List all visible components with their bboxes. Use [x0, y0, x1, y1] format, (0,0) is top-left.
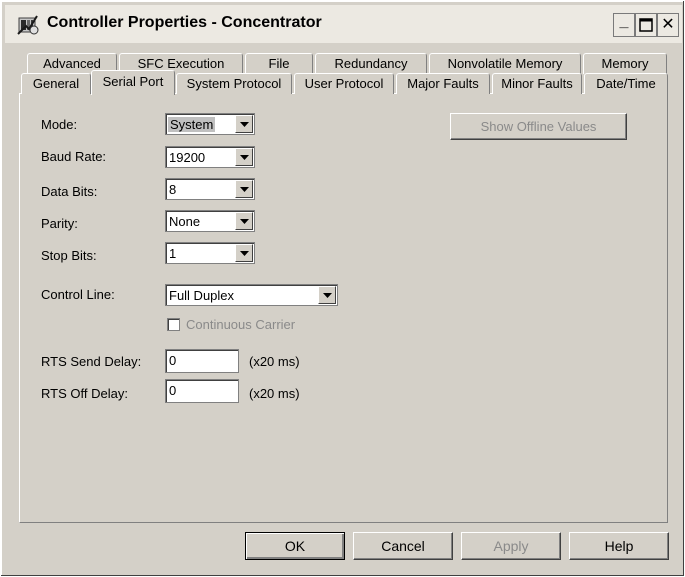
control-line-select[interactable]: Full Duplex [165, 284, 338, 306]
parity-label: Parity: [41, 216, 78, 231]
chevron-down-icon[interactable] [235, 148, 253, 166]
baud-rate-select[interactable]: 19200 [165, 146, 255, 168]
tab-file[interactable]: File [245, 53, 313, 74]
rts-send-delay-input[interactable]: 0 [165, 349, 239, 373]
stop-bits-select[interactable]: 1 [165, 242, 255, 264]
window-title: Controller Properties - Concentrator [47, 14, 322, 31]
help-button[interactable]: Help [569, 532, 669, 560]
rts-off-delay-input[interactable]: 0 [165, 379, 239, 403]
stop-bits-label: Stop Bits: [41, 248, 97, 263]
chevron-down-icon[interactable] [235, 212, 253, 230]
tab-major-faults[interactable]: Major Faults [396, 73, 490, 94]
control-line-value: Full Duplex [169, 288, 235, 303]
mode-select[interactable]: System [165, 113, 255, 135]
tab-minor-faults[interactable]: Minor Faults [492, 73, 582, 94]
close-icon: ✕ [661, 16, 675, 33]
stop-bits-value: 1 [169, 246, 177, 261]
minimize-icon: _ [619, 13, 629, 30]
controller-app-icon [17, 14, 39, 36]
data-bits-value: 8 [169, 182, 177, 197]
rts-off-delay-value: 0 [169, 383, 177, 398]
mode-value: System [168, 117, 216, 132]
tab-serial-port[interactable]: Serial Port [91, 70, 175, 95]
rts-send-delay-label: RTS Send Delay: [41, 354, 142, 369]
data-bits-select[interactable]: 8 [165, 178, 255, 200]
chevron-down-icon[interactable] [235, 244, 253, 262]
rts-off-delay-label: RTS Off Delay: [41, 386, 128, 401]
show-offline-values-button[interactable]: Show Offline Values [450, 113, 627, 140]
tab-date-time[interactable]: Date/Time [584, 73, 668, 94]
controller-properties-dialog: Controller Properties - Concentrator _ ✕… [0, 0, 685, 577]
rts-off-delay-unit: (x20 ms) [249, 386, 300, 401]
tab-memory[interactable]: Memory [583, 53, 667, 74]
control-line-label: Control Line: [41, 287, 115, 302]
chevron-down-icon[interactable] [318, 286, 336, 304]
maximize-icon [639, 18, 653, 32]
rts-send-delay-unit: (x20 ms) [249, 354, 300, 369]
parity-select[interactable]: None [165, 210, 255, 232]
maximize-button[interactable] [635, 13, 657, 37]
tab-user-protocol[interactable]: User Protocol [294, 73, 394, 94]
rts-send-delay-value: 0 [169, 353, 177, 368]
baud-rate-value: 19200 [169, 150, 206, 165]
continuous-carrier-checkbox[interactable] [167, 318, 180, 331]
tab-content-panel [19, 93, 668, 523]
data-bits-label: Data Bits: [41, 184, 98, 199]
ok-button[interactable]: OK [245, 532, 345, 560]
baud-rate-label: Baud Rate: [41, 149, 107, 164]
parity-value: None [169, 214, 201, 229]
continuous-carrier-label: Continuous Carrier [186, 317, 296, 332]
tab-redundancy[interactable]: Redundancy [315, 53, 427, 74]
title-bar[interactable]: Controller Properties - Concentrator _ ✕ [5, 5, 682, 43]
tab-nonvolatile-memory[interactable]: Nonvolatile Memory [429, 53, 581, 74]
minimize-button[interactable]: _ [613, 13, 635, 37]
close-button[interactable]: ✕ [657, 13, 679, 37]
cancel-button[interactable]: Cancel [353, 532, 453, 560]
tab-general[interactable]: General [21, 73, 91, 94]
chevron-down-icon[interactable] [235, 115, 253, 133]
apply-button[interactable]: Apply [461, 532, 561, 560]
chevron-down-icon[interactable] [235, 180, 253, 198]
tab-system-protocol[interactable]: System Protocol [176, 73, 292, 94]
mode-label: Mode: [41, 117, 78, 132]
